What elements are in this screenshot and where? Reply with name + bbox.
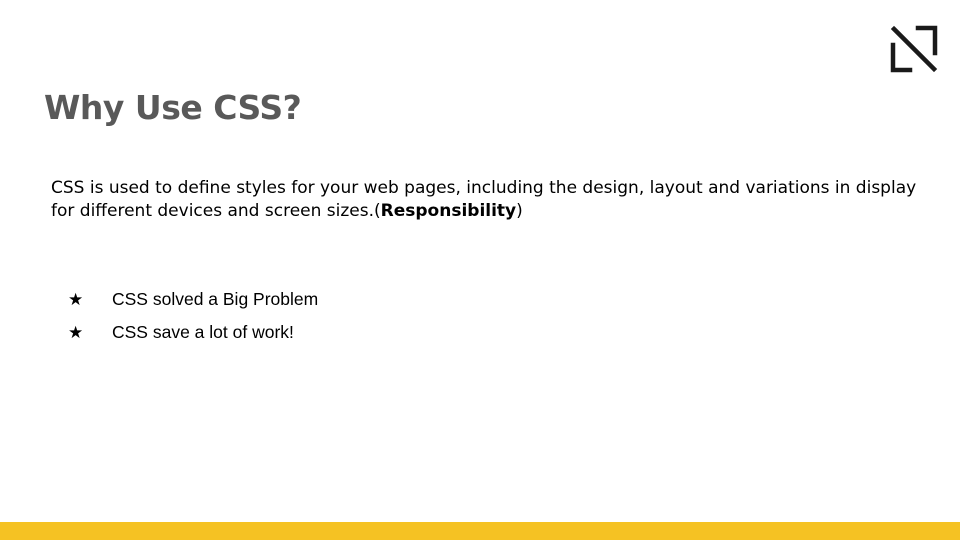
slide-title: Why Use CSS? [44,88,302,127]
list-item: ★ CSS solved a Big Problem [68,283,318,316]
list-item: ★ CSS save a lot of work! [68,316,318,349]
star-icon: ★ [68,322,84,342]
body-paragraph: CSS is used to define styles for your we… [51,177,931,223]
bullet-text: CSS solved a Big Problem [112,289,319,309]
paragraph-bold-term: Responsibility [380,201,517,221]
footer-accent-bar [0,522,960,540]
paragraph-closing: ) [516,201,523,221]
bullet-text: CSS save a lot of work! [112,322,294,342]
star-icon: ★ [68,289,84,309]
bullet-list: ★ CSS solved a Big Problem ★ CSS save a … [68,283,318,349]
brand-logo-icon [890,25,938,73]
